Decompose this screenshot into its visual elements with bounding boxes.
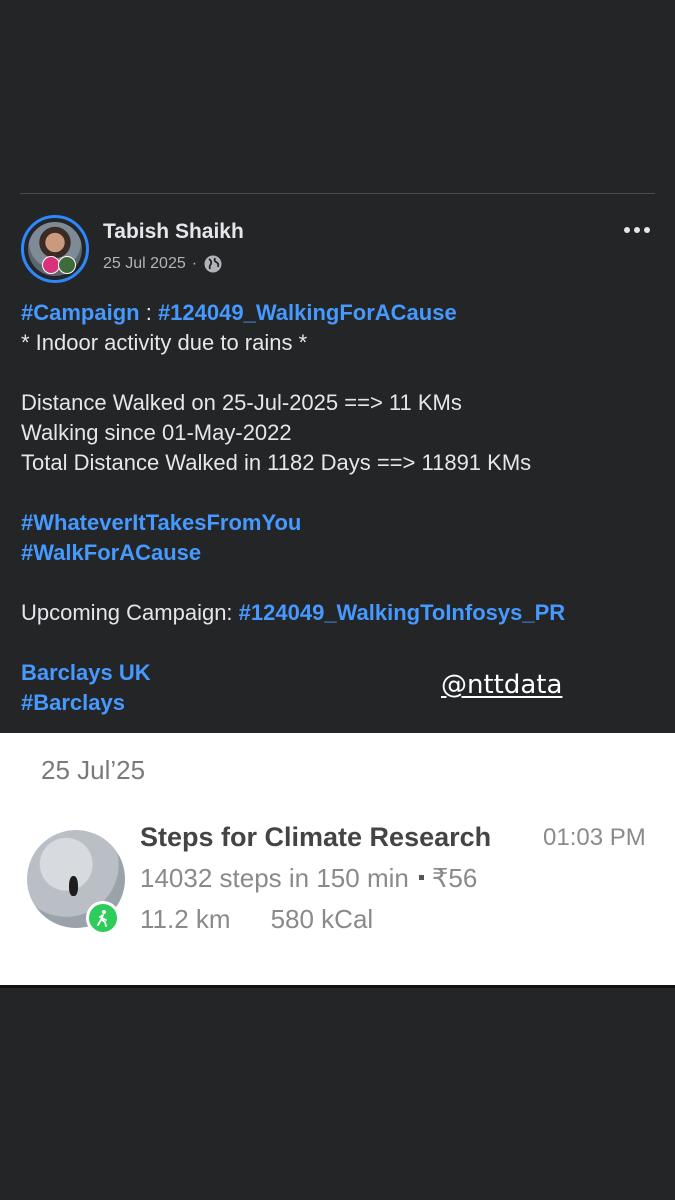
author-name[interactable]: Tabish Shaikh <box>103 220 244 244</box>
activity-date: 25 Jul’25 <box>41 755 146 785</box>
post-text: #Campaign : #124049_WalkingForACause * I… <box>21 298 661 718</box>
walking-person-icon <box>86 901 120 935</box>
bird-image <box>69 876 78 896</box>
globe-icon[interactable] <box>203 254 223 274</box>
profile-badge-icon <box>58 256 76 274</box>
activity-calories: 580 kCal <box>270 904 374 934</box>
hashtag-link[interactable]: #WalkForACause <box>21 538 661 568</box>
avatar-image <box>28 222 82 276</box>
post-line: Walking since 01-May-2022 <box>21 420 292 445</box>
post-line: #Campaign : #124049_WalkingForACause <box>21 298 661 328</box>
more-horizontal-icon[interactable] <box>624 224 658 236</box>
activity-title[interactable]: Steps for Climate Research <box>140 822 491 853</box>
activity-steps: 14032 steps in 150 min <box>140 863 409 893</box>
activity-stats: 14032 steps in 150 min ₹56 <box>140 863 477 894</box>
divider <box>20 193 655 194</box>
post-line: Total Distance Walked in 1182 Days ==> 1… <box>21 450 532 475</box>
meta-separator: · <box>191 255 198 272</box>
page-mention-link[interactable]: Barclays UK <box>21 658 661 688</box>
post-meta: 25 Jul 2025 · <box>103 254 223 274</box>
hashtag-link[interactable]: #WhateverItTakesFromYou <box>21 508 661 538</box>
activity-time: 01:03 PM <box>543 824 646 851</box>
mention-overlay: @nttdata <box>441 670 563 700</box>
hashtag-link[interactable]: #124049_WalkingForACause <box>158 300 457 325</box>
hashtag-link[interactable]: #124049_WalkingToInfosys_PR <box>239 600 565 625</box>
post-line: * Indoor activity due to rains * <box>21 330 308 355</box>
activity-metrics: 11.2 km 580 kCal <box>140 904 373 935</box>
post-date[interactable]: 25 Jul 2025 <box>103 255 186 273</box>
post-text-fragment: : <box>139 300 158 325</box>
post-line: Distance Walked on 25-Jul-2025 ==> 11 KM… <box>21 390 462 415</box>
activity-card: 25 Jul’25 Steps for Climate Research 01:… <box>0 733 675 988</box>
bullet-dot <box>418 875 424 881</box>
activity-amount: ₹56 <box>431 863 478 893</box>
activity-distance: 11.2 km <box>140 904 231 934</box>
post-line: Upcoming Campaign: #124049_WalkingToInfo… <box>21 598 661 628</box>
avatar[interactable] <box>21 215 89 283</box>
hashtag-link[interactable]: #Campaign <box>21 300 140 325</box>
screen: Tabish Shaikh 25 Jul 2025 · #Campaign : … <box>0 0 675 1200</box>
hashtag-link[interactable]: #Barclays <box>21 688 661 718</box>
post-text-fragment: Upcoming Campaign: <box>21 600 239 625</box>
